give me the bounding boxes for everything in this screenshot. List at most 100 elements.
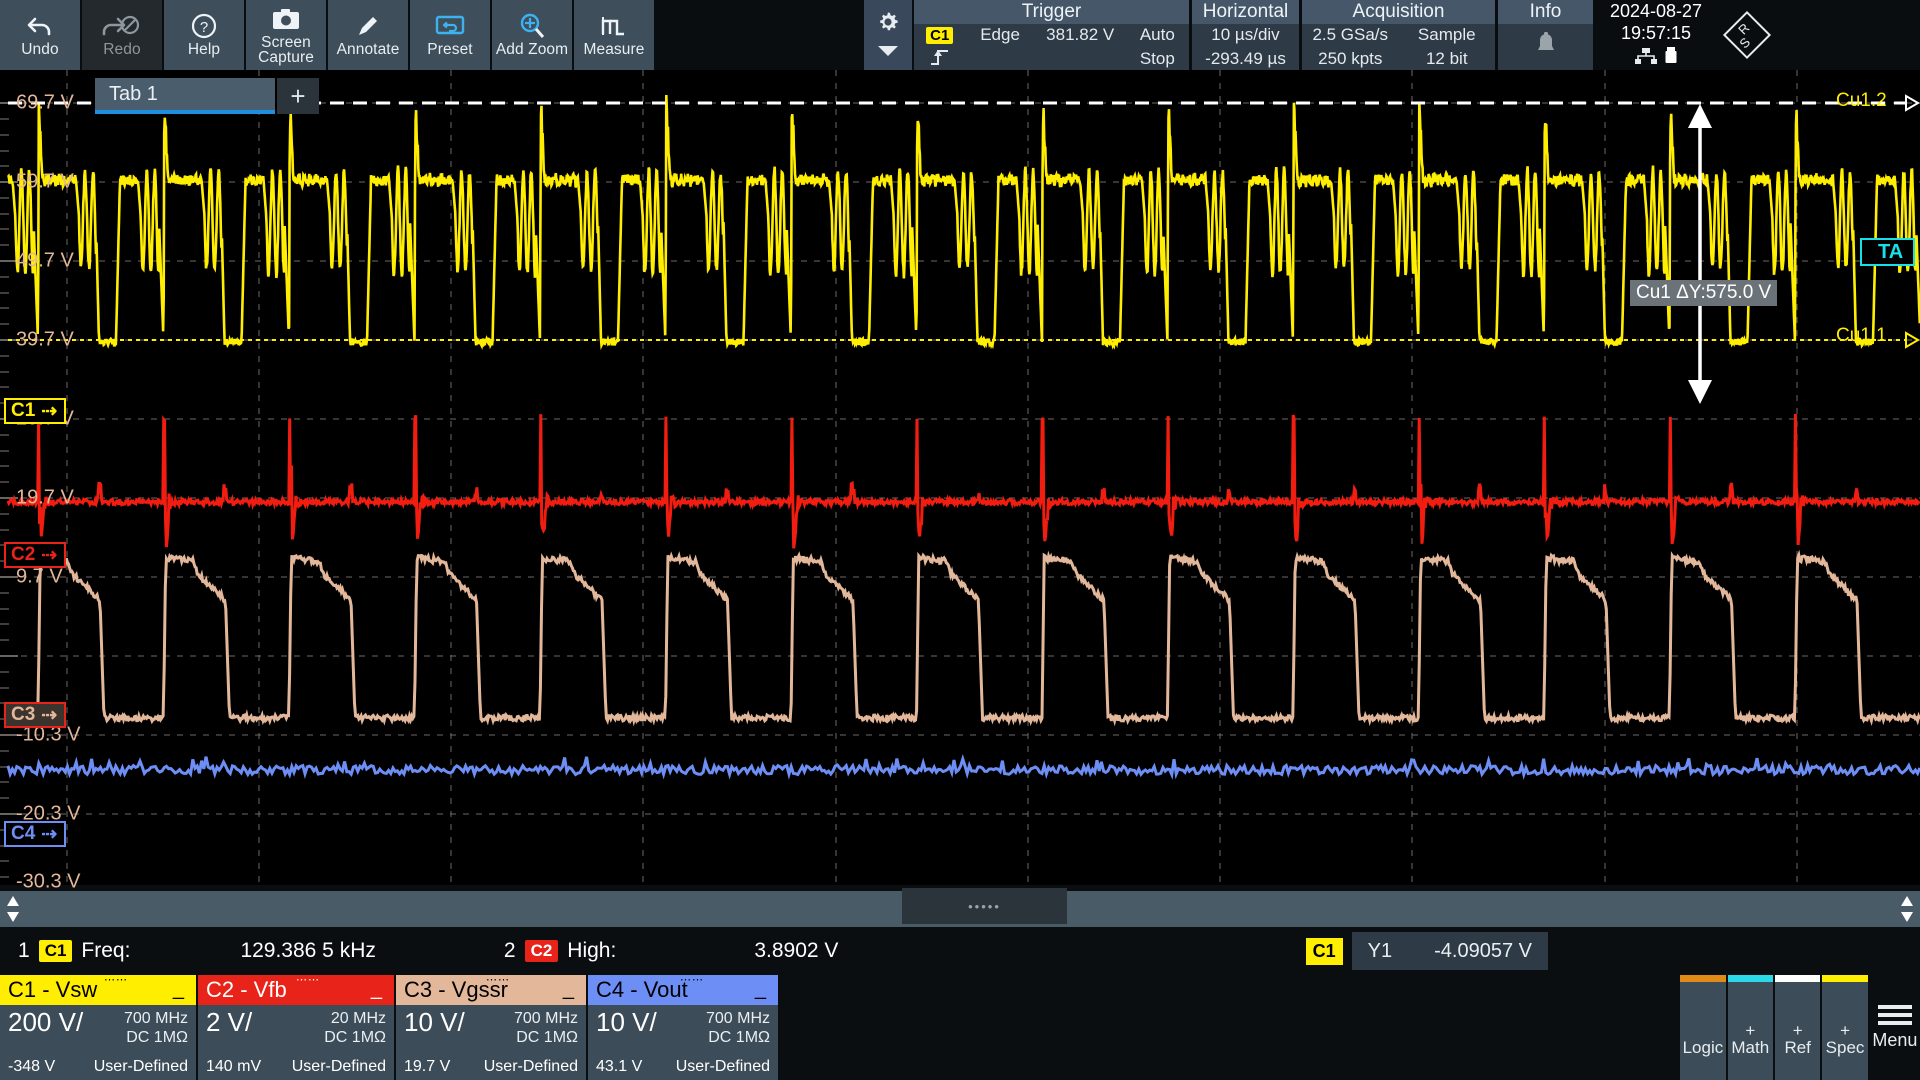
channel-body-c1[interactable]: 200 V/ 700 MHz DC 1MΩ -348 V User-Define…: [0, 1005, 196, 1080]
y-axis-label: 19.7 V: [16, 486, 74, 509]
channel-marker-c1[interactable]: C1 ⇢: [4, 398, 67, 424]
channel-menu-dots-icon[interactable]: ⋯⋯: [296, 973, 320, 986]
spec-color-cap: [1822, 975, 1868, 982]
channel-header-c1[interactable]: C1 - Vsw ⋯⋯ _: [0, 973, 196, 1005]
zoom-in-icon: [518, 12, 546, 40]
channel-body-c2[interactable]: 2 V/ 20 MHz DC 1MΩ 140 mV User-Defined: [198, 1005, 394, 1080]
redo-disabled-icon: [102, 12, 142, 40]
channel-minimize-button[interactable]: _: [755, 978, 766, 1001]
waveform-area[interactable]: 69.7 V 59.7 V 49.7 V 39.7 V 29.7 V 19.7 …: [0, 70, 1920, 947]
annotate-button[interactable]: Annotate: [328, 0, 410, 70]
ref-plus: +: [1792, 1021, 1803, 1040]
horizontal-scrollbar[interactable]: •••••: [0, 888, 1920, 930]
ref-label: Ref: [1784, 1038, 1811, 1057]
help-label: Help: [187, 41, 221, 59]
settings-column[interactable]: [864, 0, 914, 70]
scrollbar-track[interactable]: •••••: [26, 888, 1894, 930]
menu-button[interactable]: Menu: [1869, 975, 1920, 1080]
channel-menu-dots-icon[interactable]: ⋯⋯: [104, 973, 128, 986]
tab-1[interactable]: Tab 1: [95, 78, 275, 114]
gear-icon[interactable]: [875, 9, 901, 40]
channel-card-c4[interactable]: C4 - Vout ⋯⋯ _ 10 V/ 700 MHz DC 1MΩ 43.1…: [588, 973, 778, 1080]
channel-card-c1[interactable]: C1 - Vsw ⋯⋯ _ 200 V/ 700 MHz DC 1MΩ -348…: [0, 973, 196, 1080]
cursor-name: Y1: [1367, 939, 1393, 962]
hamburger-icon: [1877, 1004, 1912, 1025]
screen-capture-button[interactable]: Screen Capture: [246, 0, 328, 70]
channel-offset: 140 mV: [206, 1058, 262, 1075]
channel-minimize-button[interactable]: _: [563, 978, 574, 1001]
redo-button[interactable]: Redo: [82, 0, 164, 70]
trigger-sweep-col[interactable]: Auto Stop: [1126, 24, 1189, 70]
channel-probe: User-Defined: [93, 1058, 188, 1075]
trigger-sweep: Auto: [1139, 25, 1175, 44]
scroll-up-down-left[interactable]: [0, 895, 26, 923]
channel-card-c2[interactable]: C2 - Vfb ⋯⋯ _ 2 V/ 20 MHz DC 1MΩ 140 mV …: [198, 973, 394, 1080]
scrollbar-thumb[interactable]: •••••: [902, 888, 1067, 924]
ref-button[interactable]: + Ref: [1774, 975, 1821, 1080]
scroll-up-down-right[interactable]: [1894, 895, 1920, 923]
channel-header-c2[interactable]: C2 - Vfb ⋯⋯ _: [198, 973, 394, 1005]
math-plus: +: [1745, 1021, 1756, 1040]
channel-body-c3[interactable]: 10 V/ 700 MHz DC 1MΩ 19.7 V User-Defined: [396, 1005, 586, 1080]
add-zoom-label: Add Zoom: [495, 41, 569, 59]
channel-coupling: DC 1MΩ: [708, 1029, 770, 1046]
trigger-mode: Edge: [980, 25, 1020, 44]
measurement-index: 1: [18, 939, 30, 962]
channel-marker-c2[interactable]: C2 ⇢: [4, 542, 67, 568]
info-panel[interactable]: Info: [1498, 0, 1596, 70]
help-button[interactable]: ? Help: [164, 0, 246, 70]
y-axis-label: 59.7 V: [16, 170, 74, 193]
clock-area[interactable]: 2024-08-27 19:57:15: [1596, 0, 1716, 70]
redo-label: Redo: [103, 41, 141, 59]
toolbar-spacer: [656, 0, 864, 70]
trigger-panel[interactable]: Trigger C1 Edge 381.82 V Auto Stop: [914, 0, 1192, 70]
add-zoom-button[interactable]: Add Zoom: [492, 0, 574, 70]
channel-probe: User-Defined: [291, 1058, 386, 1075]
logic-button[interactable]: Logic: [1680, 975, 1726, 1080]
channel-minimize-button[interactable]: _: [371, 978, 382, 1001]
camera-icon: [271, 5, 301, 33]
channel-bw-coupling: 700 MHz DC 1MΩ: [124, 1009, 188, 1047]
channel-header-c4[interactable]: C4 - Vout ⋯⋯ _: [588, 973, 778, 1005]
trigger-source-col[interactable]: C1: [914, 24, 965, 70]
channel-bw-coupling: 700 MHz DC 1MΩ: [514, 1009, 578, 1047]
channel-offset: -348 V: [8, 1058, 56, 1075]
cursor-delta-y-badge: Cu1 ΔY:575.0 V: [1630, 280, 1778, 306]
measurement-name: Freq:: [81, 939, 131, 962]
channel-body-c4[interactable]: 10 V/ 700 MHz DC 1MΩ 43.1 V User-Defined: [588, 1005, 778, 1080]
clock-date: 2024-08-27: [1609, 1, 1703, 21]
channel-marker-label: C4: [11, 823, 36, 844]
undo-label: Undo: [21, 41, 59, 59]
spec-button[interactable]: + Spec: [1822, 975, 1868, 1080]
trigger-mode-col[interactable]: Edge: [965, 24, 1034, 70]
spec-plus: +: [1840, 1021, 1851, 1040]
channel-minimize-button[interactable]: _: [173, 978, 184, 1001]
channel-marker-c3[interactable]: C3 ⇢: [4, 702, 67, 728]
measure-button[interactable]: Measure: [574, 0, 656, 70]
channel-menu-dots-icon[interactable]: ⋯⋯: [486, 973, 510, 986]
channel-card-c3[interactable]: C3 - Vgssr ⋯⋯ _ 10 V/ 700 MHz DC 1MΩ 19.…: [396, 973, 586, 1080]
logic-color-cap: [1680, 975, 1726, 982]
channel-marker-c4[interactable]: C4 ⇢: [4, 821, 67, 847]
rising-edge-icon: [929, 48, 951, 70]
top-toolbar: Undo Redo ? Help ScreenCapture Annotate: [0, 0, 1920, 70]
cursor-readout[interactable]: C1 Y1 -4.09057 V: [1305, 932, 1548, 970]
bottom-right-buttons: Logic + Math + Ref + Spec Menu: [1630, 975, 1920, 1080]
channel-header-c3[interactable]: C3 - Vgssr ⋯⋯ _: [396, 973, 586, 1005]
chevron-down-icon[interactable]: [877, 44, 899, 62]
undo-button[interactable]: Undo: [0, 0, 82, 70]
bell-icon[interactable]: [1533, 31, 1559, 64]
math-button[interactable]: + Math: [1727, 975, 1773, 1080]
channel-menu-dots-icon[interactable]: ⋯⋯: [680, 973, 704, 986]
horizontal-panel[interactable]: Horizontal 10 µs/div -293.49 µs: [1192, 0, 1302, 70]
channel-scale: 2 V/: [206, 1007, 253, 1037]
add-tab-button[interactable]: +: [277, 78, 319, 114]
channel-coupling: DC 1MΩ: [324, 1029, 386, 1046]
help-icon: ?: [190, 12, 218, 40]
horizontal-position: -293.49 µs: [1205, 49, 1286, 68]
preset-button[interactable]: Preset: [410, 0, 492, 70]
trigger-position-marker[interactable]: TA: [1860, 238, 1916, 266]
acquisition-panel[interactable]: Acquisition 2.5 GSa/s 250 kpts Sample 12…: [1302, 0, 1498, 70]
channel-probe: User-Defined: [483, 1058, 578, 1075]
trigger-level-col[interactable]: 381.82 V: [1035, 24, 1126, 70]
